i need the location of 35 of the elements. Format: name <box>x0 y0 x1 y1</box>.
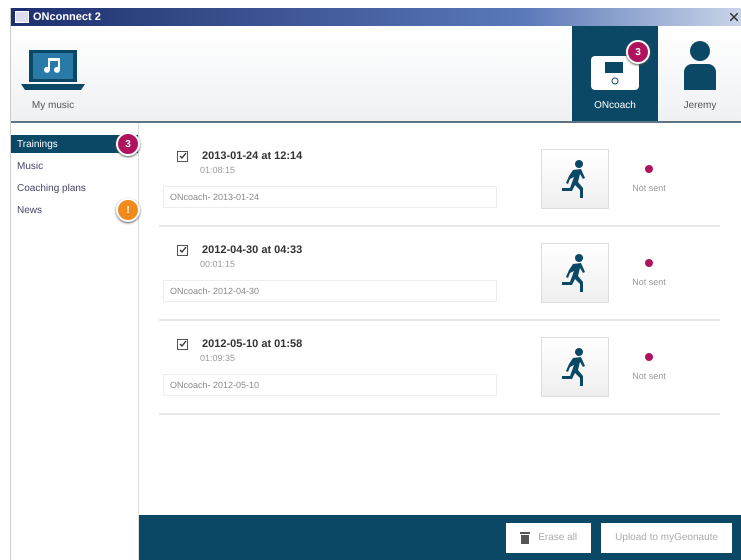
status-label: Not sent <box>632 371 666 381</box>
name-field[interactable]: ONcoach- 2013-01-24 <box>163 186 497 208</box>
laptop-music-icon <box>21 50 85 90</box>
name-field[interactable]: ONcoach- 2012-04-30 <box>163 280 497 302</box>
sidebar-item[interactable]: Coaching plans <box>11 179 138 197</box>
header-tab[interactable]: My music <box>11 26 95 121</box>
activity-button[interactable] <box>541 243 609 303</box>
person-icon <box>682 40 718 90</box>
trash-icon <box>520 531 530 544</box>
count-badge: ! <box>116 198 140 222</box>
header-tab[interactable]: Jeremy <box>658 26 741 121</box>
checkbox[interactable] <box>177 150 188 162</box>
training-duration: 01:09:35 <box>199 353 236 363</box>
status-label: Not sent <box>632 183 666 193</box>
sidebar-item[interactable]: Music <box>11 157 138 175</box>
training-duration: 01:08:15 <box>199 165 236 175</box>
header-tab[interactable]: 3 ONcoach <box>572 26 658 121</box>
status-label: Not sent <box>632 277 666 287</box>
training-title: 2013-01-24 at 12:14 <box>202 150 302 162</box>
training-title: 2012-04-30 at 04:33 <box>202 244 302 256</box>
checkbox[interactable] <box>177 338 188 350</box>
activity-button[interactable] <box>541 337 609 397</box>
training-duration: 00:01:15 <box>199 259 236 269</box>
watch-device-icon <box>591 56 639 90</box>
training-title: 2012-05-10 at 01:58 <box>202 338 302 350</box>
count-badge: 3 <box>116 132 140 156</box>
close-icon[interactable] <box>730 13 738 21</box>
activity-button[interactable] <box>541 149 609 209</box>
window-title: ONconnect 2 <box>33 11 102 23</box>
count-badge: 3 <box>626 40 650 64</box>
name-field[interactable]: ONcoach- 2012-05-10 <box>163 374 497 396</box>
checkbox[interactable] <box>177 244 188 256</box>
sidebar-item[interactable]: Trainings 3 <box>11 135 138 153</box>
sidebar-item[interactable]: News ! <box>11 201 138 219</box>
app-icon <box>15 11 29 23</box>
